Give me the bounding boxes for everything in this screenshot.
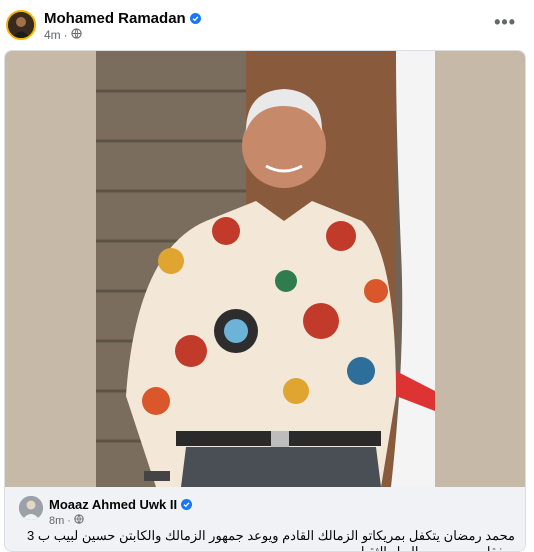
shared-author-avatar[interactable] (19, 496, 43, 520)
author-name[interactable]: Mohamed Ramadan (44, 10, 201, 27)
shared-author-name-label[interactable]: Moaaz Ahmed Uwk II (49, 497, 177, 512)
shared-post-header: Moaaz Ahmed Uwk II 8m · محمد رمضان يتكفل… (5, 487, 525, 551)
shared-post-text: محمد رمضان يتكفل بمريكاتو الزمالك القادم… (27, 528, 515, 552)
post-header: Mohamed Ramadan 4m · ••• (0, 0, 534, 52)
more-options-icon[interactable]: ••• (494, 13, 516, 31)
photo-background-left (5, 51, 96, 487)
post-meta: 4m · (44, 28, 82, 42)
post-time[interactable]: 4m (44, 28, 61, 42)
shared-post-meta: 8m · (49, 514, 84, 527)
verified-badge-icon (189, 13, 201, 24)
shared-post-time[interactable]: 8m (49, 515, 64, 527)
meta-separator: · (63, 28, 68, 42)
shared-post-card[interactable]: Moaaz Ahmed Uwk II 8m · محمد رمضان يتكفل… (4, 50, 526, 552)
photo-image (96, 51, 435, 487)
meta-separator: · (67, 514, 71, 527)
shared-author-name[interactable]: Moaaz Ahmed Uwk II (49, 497, 193, 512)
globe-icon (71, 28, 82, 42)
verified-badge-icon (181, 499, 193, 510)
post-photo[interactable] (5, 51, 525, 487)
globe-icon (74, 514, 84, 527)
author-name-label[interactable]: Mohamed Ramadan (44, 10, 186, 27)
photo-background-right (435, 51, 525, 487)
author-avatar[interactable] (6, 10, 36, 40)
